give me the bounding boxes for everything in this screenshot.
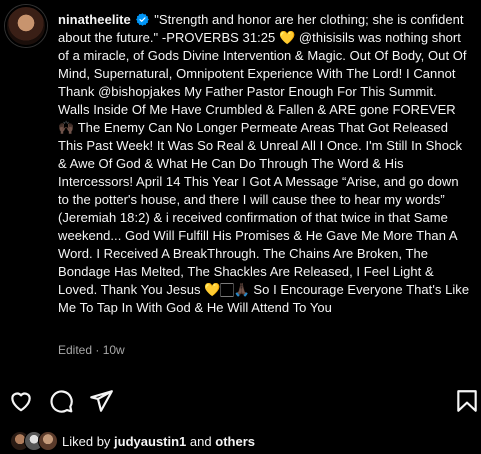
action-bar <box>8 388 477 414</box>
likes-text[interactable]: Liked by judyaustin1 and others <box>62 434 255 449</box>
likes-conj: and <box>189 433 212 449</box>
liker-avatars[interactable] <box>10 431 58 451</box>
heart-outline-icon[interactable] <box>8 388 34 414</box>
bookmark-icon[interactable] <box>454 388 480 414</box>
mention-bishopjakes[interactable]: @bishopjakes <box>98 84 180 99</box>
caption-text-4: The Enemy Can No Longer Permeate Areas T… <box>58 120 463 297</box>
paper-plane-icon[interactable] <box>88 388 114 414</box>
author-avatar[interactable] <box>5 5 47 47</box>
post-meta: Edited · 10w <box>58 343 125 357</box>
liker-avatar <box>38 431 58 451</box>
end-emojis: 💛🏻🙏🏿 <box>204 282 250 297</box>
likes-others[interactable]: others <box>215 434 255 449</box>
liker-username[interactable]: judyaustin1 <box>114 434 186 449</box>
verified-badge-icon <box>135 13 149 26</box>
yellow-heart-emoji: 💛 <box>279 30 296 45</box>
author-username[interactable]: ninatheelite <box>58 12 131 27</box>
mention-thisisils[interactable]: @thisisils <box>299 30 355 45</box>
raised-hands-emoji: 🙌🏿 <box>58 120 75 135</box>
post-caption: ninatheelite "Strength and honor are her… <box>58 11 470 317</box>
likes-prefix: Liked by <box>62 433 111 449</box>
likes-row: Liked by judyaustin1 and others <box>10 430 255 452</box>
comment-bubble-icon[interactable] <box>48 388 74 414</box>
